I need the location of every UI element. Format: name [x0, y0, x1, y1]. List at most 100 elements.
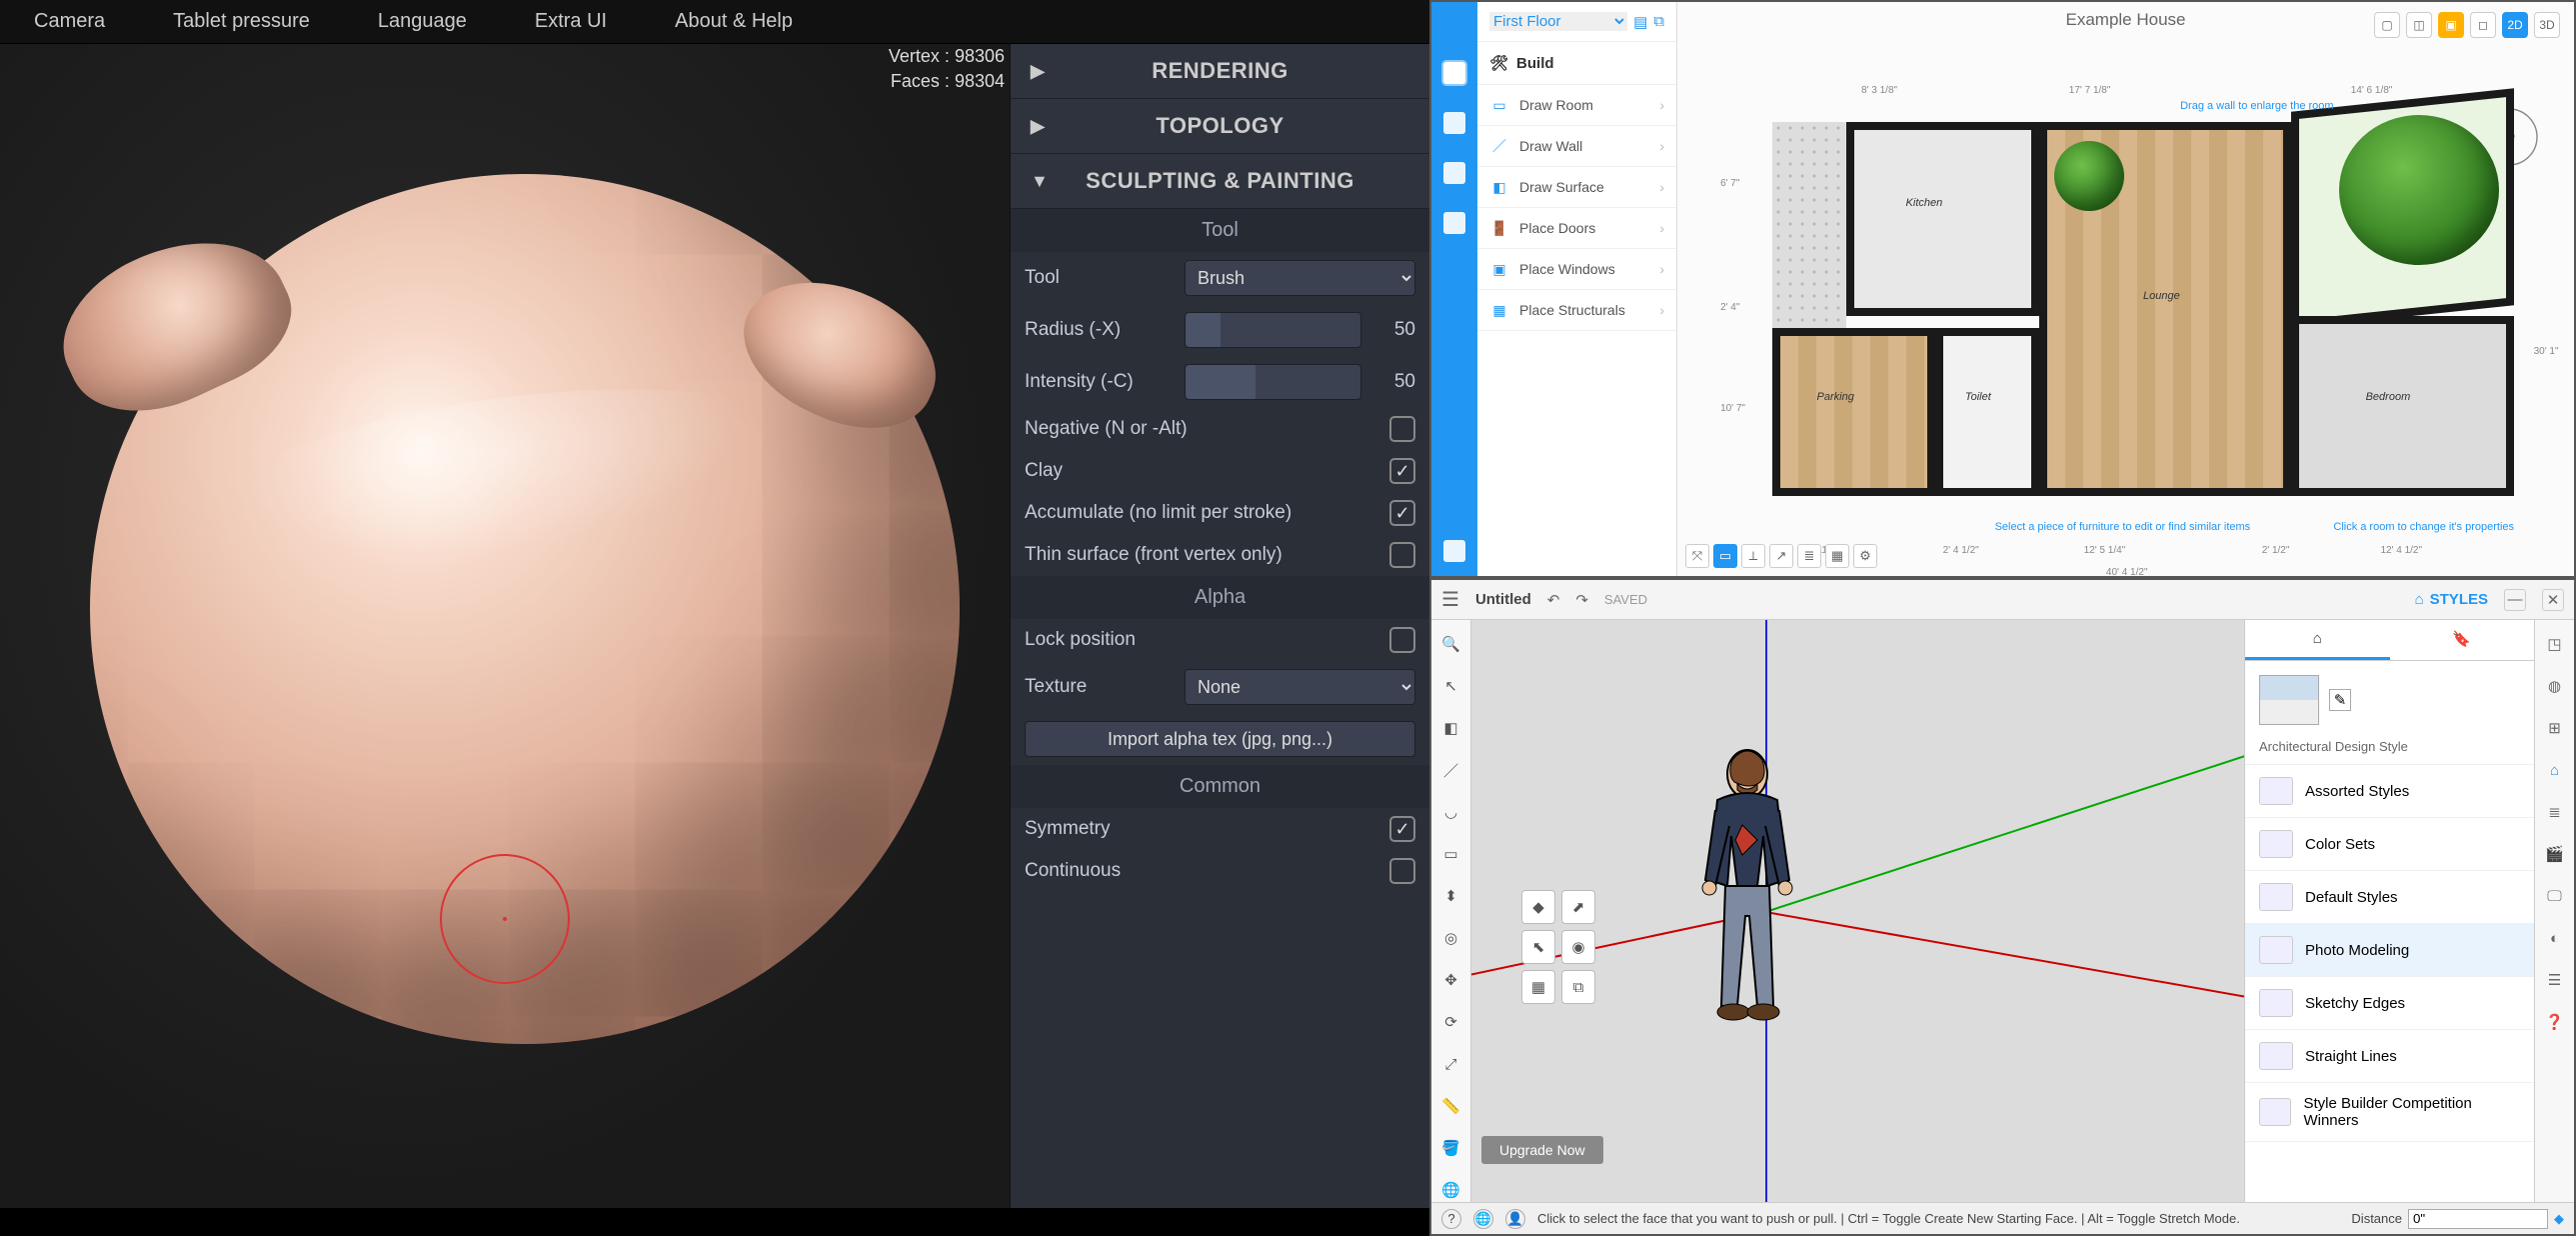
model-viewport[interactable]: ◆ ⬈ ⬉ ◉ ▦ ⧉ — [1471, 620, 2244, 1202]
menu-camera[interactable]: Camera — [20, 2, 119, 41]
ctx-tool-4[interactable]: ◉ — [1561, 930, 1595, 964]
undo-icon[interactable]: ↶ — [1547, 591, 1560, 609]
arc-tool-icon[interactable]: ◡ — [1439, 800, 1463, 824]
geo-icon[interactable]: 🌐 — [1473, 1209, 1493, 1229]
mode-furnish-icon[interactable] — [1443, 112, 1465, 134]
tool-measure-icon[interactable]: ⟂ — [1741, 544, 1765, 568]
ctx-tool-1[interactable]: ◆ — [1521, 890, 1555, 924]
edit-style-icon[interactable]: ✎ — [2329, 689, 2351, 711]
orbit-tool-icon[interactable]: 🌐 — [1439, 1178, 1463, 1202]
menu-extraui[interactable]: Extra UI — [521, 2, 621, 41]
room-toilet[interactable] — [1935, 328, 2039, 496]
menu-language[interactable]: Language — [364, 2, 481, 41]
tool-select[interactable]: Brush — [1185, 260, 1415, 296]
tray-outliner-icon[interactable]: ☰ — [2543, 968, 2567, 992]
item-place-windows[interactable]: ▣Place Windows› — [1477, 249, 1676, 290]
tool-pan-icon[interactable]: ⤧ — [1685, 544, 1709, 568]
tool-select-icon[interactable]: ▭ — [1713, 544, 1737, 568]
mode-decorate-icon[interactable] — [1443, 162, 1465, 184]
ctx-tool-2[interactable]: ⬈ — [1561, 890, 1595, 924]
tray-layers-icon[interactable]: ≣ — [2543, 800, 2567, 824]
ctx-tool-3[interactable]: ⬉ — [1521, 930, 1555, 964]
style-item[interactable]: Default Styles — [2245, 871, 2534, 924]
item-place-structurals[interactable]: ▦Place Structurals› — [1477, 290, 1676, 331]
item-place-doors[interactable]: 🚪Place Doors› — [1477, 208, 1676, 249]
help-icon[interactable]: ? — [1441, 1209, 1461, 1229]
panel-min-icon[interactable]: — — [2504, 589, 2526, 611]
pushpull-tool-icon[interactable]: ⬍ — [1439, 884, 1463, 908]
chk-accumulate[interactable] — [1389, 500, 1415, 526]
mode-settings-icon[interactable] — [1443, 540, 1465, 562]
move-tool-icon[interactable]: ✥ — [1439, 968, 1463, 992]
floor-plan[interactable]: Kitchen Lounge Parking Toilet Bedroom Dr… — [1772, 122, 2514, 496]
chk-symmetry[interactable] — [1389, 816, 1415, 842]
ctx-tool-6[interactable]: ⧉ — [1561, 970, 1595, 1004]
chk-clay[interactable] — [1389, 458, 1415, 484]
section-rendering[interactable]: ▶RENDERING — [1011, 44, 1429, 99]
offset-tool-icon[interactable]: ◎ — [1439, 926, 1463, 950]
style-item[interactable]: Straight Lines — [2245, 1030, 2534, 1083]
panel-close-icon[interactable]: ✕ — [2542, 589, 2564, 611]
duplicate-icon[interactable]: ⧉ — [1653, 13, 1664, 30]
paint-tool-icon[interactable]: 🪣 — [1439, 1136, 1463, 1160]
mode-build-icon[interactable] — [1443, 62, 1465, 84]
tray-entity-icon[interactable]: ◳ — [2543, 632, 2567, 656]
chk-continuous[interactable] — [1389, 858, 1415, 884]
tray-display-icon[interactable]: 🖵 — [2543, 884, 2567, 908]
search-icon[interactable]: 🔍 — [1439, 632, 1463, 656]
radius-slider[interactable] — [1185, 312, 1361, 348]
item-draw-room[interactable]: ▭Draw Room› — [1477, 85, 1676, 126]
hamburger-icon[interactable]: ☰ — [1441, 587, 1459, 612]
tool-settings-icon[interactable]: ⚙ — [1853, 544, 1877, 568]
layers-icon[interactable]: ▤ — [1633, 13, 1647, 31]
view-opt-1[interactable]: ▢ — [2374, 12, 2400, 38]
tray-shadows-icon[interactable]: ◐ — [2543, 926, 2567, 950]
redo-icon[interactable]: ↷ — [1575, 591, 1588, 609]
menu-tablet[interactable]: Tablet pressure — [159, 2, 324, 41]
select-tool-icon[interactable]: ↖ — [1439, 674, 1463, 698]
tray-instructor-icon[interactable]: ❓ — [2543, 1010, 2567, 1034]
person-icon[interactable]: 👤 — [1505, 1209, 1525, 1229]
floor-selector[interactable]: First Floor ▤ ⧉ — [1477, 2, 1676, 42]
area-gravel[interactable] — [1772, 122, 1846, 328]
plan-canvas[interactable]: Example House ▢ ◫ ▣ ◻ 2D 3D — [1677, 2, 2574, 576]
item-draw-surface[interactable]: ◧Draw Surface› — [1477, 167, 1676, 208]
styles-tab-home[interactable]: ⌂ — [2245, 620, 2390, 660]
view-opt-4[interactable]: ◻ — [2470, 12, 2496, 38]
tool-grid-icon[interactable]: ▦ — [1825, 544, 1849, 568]
tray-styles-icon[interactable]: ⌂ — [2543, 758, 2567, 782]
upgrade-button[interactable]: Upgrade Now — [1481, 1136, 1603, 1164]
import-alpha-button[interactable]: Import alpha tex (jpg, png...) — [1025, 721, 1415, 757]
mode-export-icon[interactable] — [1443, 212, 1465, 234]
rect-tool-icon[interactable]: ▭ — [1439, 842, 1463, 866]
ctx-tool-5[interactable]: ▦ — [1521, 970, 1555, 1004]
view-opt-2[interactable]: ◫ — [2406, 12, 2432, 38]
intensity-slider[interactable] — [1185, 364, 1361, 400]
section-topology[interactable]: ▶TOPOLOGY — [1011, 99, 1429, 154]
styles-tab-browse[interactable]: 🔖 — [2390, 620, 2535, 660]
tool-export-icon[interactable]: ↗ — [1769, 544, 1793, 568]
chk-lockpos[interactable] — [1389, 627, 1415, 653]
tool-layers-icon[interactable]: ≣ — [1797, 544, 1821, 568]
style-item[interactable]: Color Sets — [2245, 818, 2534, 871]
texture-select[interactable]: None — [1185, 669, 1415, 705]
view-opt-3[interactable]: ▣ — [2438, 12, 2464, 38]
room-kitchen[interactable] — [1846, 122, 2039, 316]
style-item[interactable]: Photo Modeling — [2245, 924, 2534, 977]
tray-materials-icon[interactable]: ◍ — [2543, 674, 2567, 698]
eraser-tool-icon[interactable]: ◧ — [1439, 716, 1463, 740]
style-item[interactable]: Style Builder Competition Winners — [2245, 1083, 2534, 1142]
menu-about[interactable]: About & Help — [661, 2, 807, 41]
view-3d[interactable]: 3D — [2534, 12, 2560, 38]
room-parking[interactable] — [1772, 328, 1935, 496]
viewport-3d[interactable] — [0, 44, 1010, 1208]
section-sculpting[interactable]: ▼SCULPTING & PAINTING — [1011, 154, 1429, 209]
tray-components-icon[interactable]: ⊞ — [2543, 716, 2567, 740]
chk-thin[interactable] — [1389, 542, 1415, 568]
rotate-tool-icon[interactable]: ⟳ — [1439, 1010, 1463, 1034]
view-2d[interactable]: 2D — [2502, 12, 2528, 38]
scale-tool-icon[interactable]: ⤢ — [1439, 1052, 1463, 1076]
tape-tool-icon[interactable]: 📏 — [1439, 1094, 1463, 1118]
item-draw-wall[interactable]: ／Draw Wall› — [1477, 126, 1676, 167]
distance-input[interactable] — [2408, 1209, 2548, 1229]
